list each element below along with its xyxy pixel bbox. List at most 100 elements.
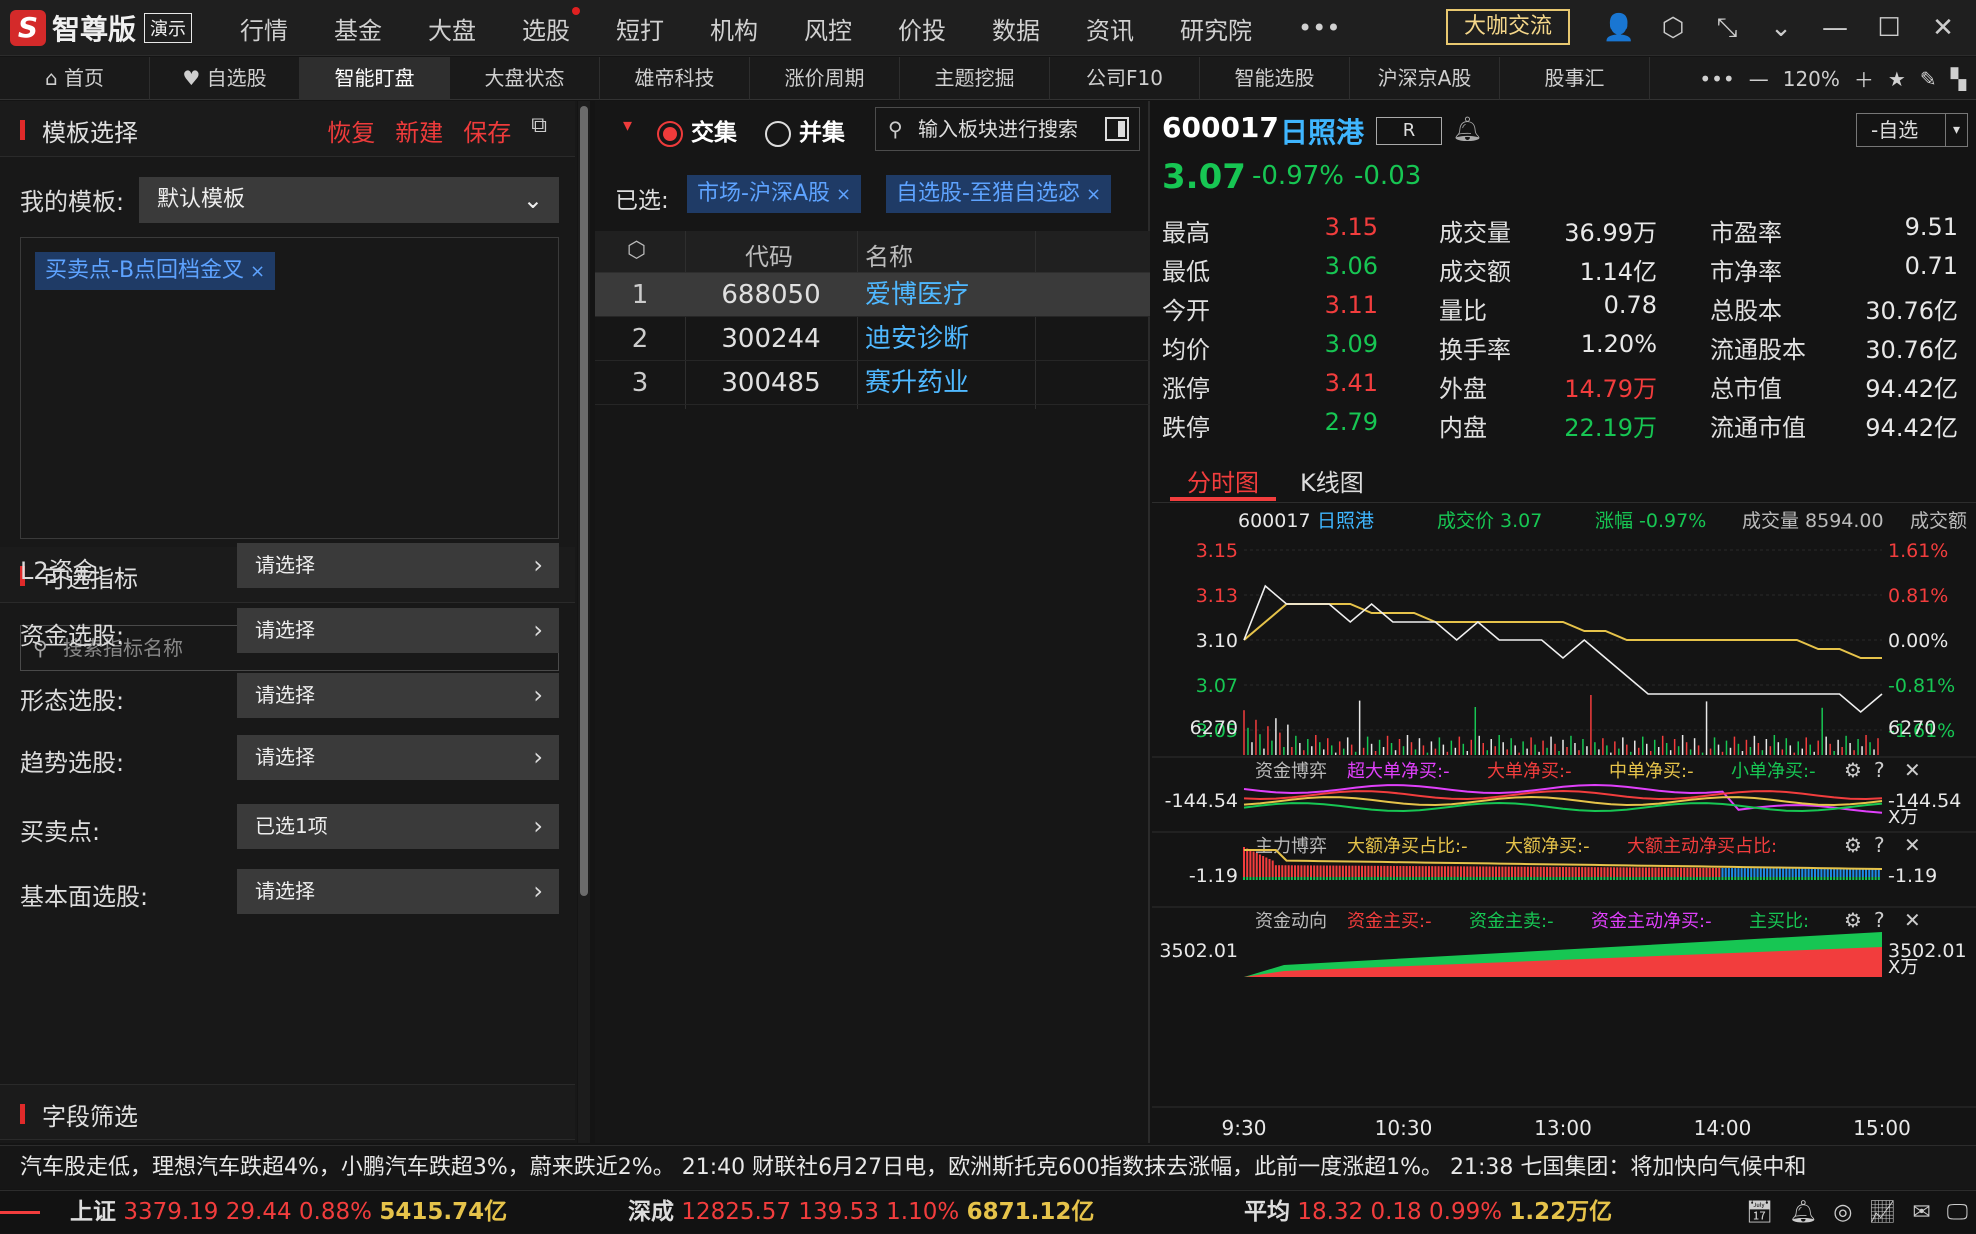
tab-a-shares[interactable]: 沪深京A股 [1350, 57, 1500, 100]
filter-value: 请选择 [255, 553, 315, 577]
layout-icon[interactable]: ▚ [1951, 67, 1966, 91]
nav-item[interactable]: 大盘 [428, 11, 476, 46]
chevron-down-icon[interactable]: ⌄ [1762, 10, 1800, 46]
y-tick-right: 0.00% [1888, 630, 1948, 652]
selected-tag[interactable]: 自选股-至猎自选宓 × [886, 175, 1112, 213]
nav-item[interactable]: 机构 [710, 11, 758, 46]
filter-value: 请选择 [255, 879, 315, 903]
watchlist-button[interactable]: -自选 ▾ [1856, 113, 1968, 147]
app-logo[interactable]: S 智尊版 演示 [10, 9, 193, 47]
minimize-icon[interactable]: — [1816, 10, 1854, 46]
zoom-out-icon[interactable]: — [1749, 67, 1769, 91]
filter-select[interactable]: 请选择 › [237, 735, 559, 780]
filter-select[interactable]: 请选择 › [237, 608, 559, 653]
filter-select[interactable]: 请选择 › [237, 869, 559, 914]
more-tabs-button[interactable]: ••• [1699, 67, 1734, 91]
stock-name[interactable]: 迪安诊断 [865, 317, 969, 361]
tab-stock[interactable]: 雄帝科技 [600, 57, 750, 100]
table-row[interactable]: 3 300485 赛升药业 [595, 361, 1150, 405]
bell-icon[interactable]: 🔔︎ [1452, 115, 1482, 143]
exchange-button[interactable]: 大咖交流 [1446, 9, 1570, 45]
column-code[interactable]: 代码 [745, 237, 793, 272]
tab-f10[interactable]: 公司F10 [1050, 57, 1200, 100]
tab-theme-mining[interactable]: 主题挖掘 [900, 57, 1050, 100]
index-sh[interactable]: 上证 3379.19 29.44 0.88% 5415.74亿 [70, 1191, 507, 1234]
nav-item[interactable]: 短打 [616, 11, 664, 46]
quote-label: 市盈率 [1710, 219, 1782, 247]
index-sz[interactable]: 深成 12825.57 139.53 1.10% 6871.12亿 [628, 1191, 1094, 1234]
dropdown-arrow-icon[interactable]: ▾ [1945, 114, 1967, 146]
tab-smart-watch[interactable]: 智能盯盘 [300, 57, 450, 100]
nav-item[interactable]: 研究院 [1180, 11, 1252, 46]
stock-name[interactable]: 爱博医疗 [865, 273, 969, 317]
selected-tag[interactable]: 市场-沪深A股 × [687, 175, 862, 213]
table-row[interactable]: 1 688050 爱博医疗 [595, 273, 1150, 317]
block-search-input[interactable]: ⚲ 输入板块进行搜索 [875, 107, 1140, 151]
nav-item[interactable]: 资讯 [1086, 11, 1134, 46]
quote-value: 0.71 [1904, 252, 1958, 280]
table-row[interactable]: 2 300244 迪安诊断 [595, 317, 1150, 361]
new-button[interactable]: 新建 [395, 113, 443, 148]
copy-icon[interactable]: ⧉ [531, 113, 547, 148]
remove-tag-icon[interactable]: × [250, 261, 265, 282]
intersect-radio[interactable]: 交集 [657, 113, 737, 147]
calendar-icon[interactable]: 📅︎ [1745, 1191, 1773, 1234]
shrink-icon[interactable]: ⤡ [1708, 10, 1746, 46]
index-avg[interactable]: 平均 18.32 0.18 0.99% 1.22万亿 [1244, 1191, 1612, 1234]
edit-icon[interactable]: ✎ [1920, 67, 1937, 91]
restore-button[interactable]: 恢复 [327, 113, 375, 148]
nav-item-with-dot[interactable]: 选股 [522, 6, 580, 46]
template-tag[interactable]: 买卖点-B点回档金叉 × [35, 252, 276, 290]
save-button[interactable]: 保存 [463, 113, 511, 148]
panel-toggle-icon[interactable] [1105, 117, 1129, 141]
index-status-bar: 上证 3379.19 29.44 0.88% 5415.74亿 深成 12825… [0, 1190, 1976, 1233]
column-settings-icon[interactable]: ⬡ [627, 238, 646, 263]
quote-label: 量比 [1439, 297, 1487, 325]
tab-label: 自选股 [206, 66, 267, 90]
hexagon-settings-icon[interactable]: ⬡ [1654, 10, 1692, 46]
nav-item[interactable]: 风控 [804, 11, 852, 46]
nav-item[interactable]: 价投 [898, 11, 946, 46]
dropdown-arrow-icon[interactable]: ▾ [623, 115, 632, 136]
news-ticker[interactable]: 汽车股走低，理想汽车跌超4%，小鹏汽车跌超3%，蔚来跌近2%。 21:40 财联… [0, 1145, 1976, 1189]
tab-watchlist[interactable]: ♥ 自选股 [150, 57, 300, 100]
quote-value: 1.20% [1580, 330, 1657, 358]
nav-item[interactable]: 数据 [992, 11, 1040, 46]
panel-legend: 大单净买:- [1487, 761, 1572, 782]
panel-legend: 资金主买:- [1347, 911, 1432, 932]
tab-market-state[interactable]: 大盘状态 [450, 57, 600, 100]
column-name[interactable]: 名称 [865, 237, 913, 272]
scrollbar-thumb[interactable] [580, 106, 588, 896]
union-radio[interactable]: 并集 [765, 113, 845, 147]
close-icon[interactable]: ✕ [1924, 10, 1962, 46]
intraday-chart[interactable]: 600017 日照港 成交价 3.07 涨幅 -0.97% 成交量 8594.00 成交额… [1152, 505, 1976, 1143]
filter-select[interactable]: 已选1项 › [237, 804, 559, 849]
filter-select[interactable]: 请选择 › [237, 543, 559, 588]
bell-icon[interactable]: 🔔︎ [1789, 1191, 1817, 1234]
chart-extra-label: 成交额 [1910, 510, 1967, 532]
nav-item[interactable]: 行情 [240, 11, 288, 46]
more-menu-button[interactable]: ••• [1298, 14, 1340, 42]
tab-home[interactable]: ⌂ 首页 [0, 57, 150, 100]
nav-item[interactable]: 基金 [334, 11, 382, 46]
tab-price-cycle[interactable]: 涨价周期 [750, 57, 900, 100]
zoom-in-icon[interactable]: ＋ [1854, 64, 1874, 93]
tab-smart-select[interactable]: 智能选股 [1200, 57, 1350, 100]
change-pct: -0.97% [1252, 161, 1344, 191]
star-icon[interactable]: ★ [1888, 67, 1906, 91]
left-panel-scrollbar[interactable] [578, 101, 590, 1143]
template-select[interactable]: 默认模板 ⌄ [139, 177, 559, 223]
message-icon[interactable]: ✉ [1912, 1191, 1930, 1234]
filter-select[interactable]: 请选择 › [237, 673, 559, 718]
remove-tag-icon[interactable]: × [836, 184, 851, 205]
tab-intraday[interactable]: 分时图 [1187, 463, 1259, 498]
tab-stock-talk[interactable]: 股事汇 [1500, 57, 1650, 100]
monitor-icon[interactable]: 🖵 [1947, 1191, 1968, 1234]
maximize-icon[interactable]: ☐ [1870, 10, 1908, 46]
user-icon[interactable]: 👤 [1600, 10, 1638, 46]
tab-kline[interactable]: K线图 [1300, 463, 1364, 498]
chart-icon[interactable]: 📈︎ [1868, 1191, 1896, 1234]
remove-tag-icon[interactable]: × [1086, 184, 1101, 205]
target-icon[interactable]: ◎ [1833, 1191, 1852, 1234]
stock-name[interactable]: 赛升药业 [865, 361, 969, 405]
